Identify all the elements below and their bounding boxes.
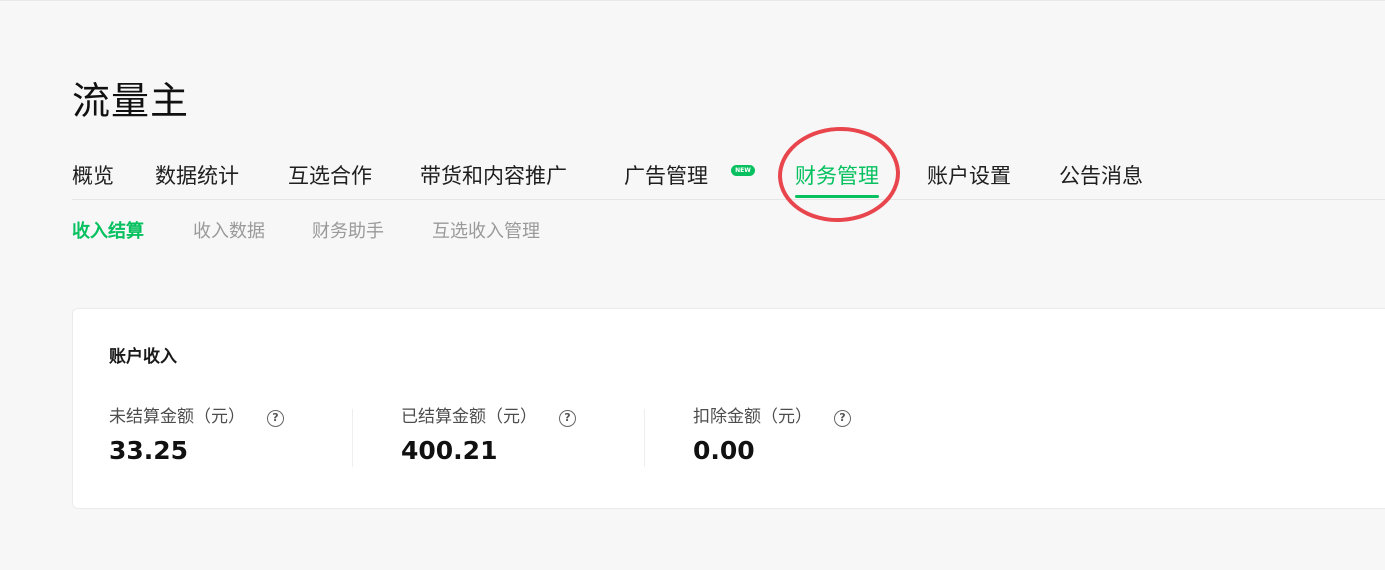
stat-settled: 已结算金额（元）? 400.21 <box>401 405 576 467</box>
stat-label: 扣除金额（元）? <box>693 405 851 429</box>
stat-value: 400.21 <box>401 436 498 465</box>
stat-label: 已结算金额（元）? <box>401 405 576 429</box>
subnav-item-income-data[interactable]: 收入数据 <box>193 218 265 246</box>
card-title: 账户收入 <box>109 347 177 367</box>
nav-item-account-settings[interactable]: 账户设置 <box>927 158 1011 198</box>
nav-item-mutual-selection[interactable]: 互选合作 <box>288 158 372 198</box>
nav-item-data-stats[interactable]: 数据统计 <box>155 158 239 198</box>
nav-item-goods-content-promo[interactable]: 带货和内容推广 <box>420 158 567 198</box>
stat-value: 0.00 <box>693 436 755 465</box>
annotation-circle <box>775 123 903 226</box>
stat-value: 33.25 <box>109 436 189 465</box>
nav-item-overview[interactable]: 概览 <box>72 158 114 198</box>
subnav-item-finance-assistant[interactable]: 财务助手 <box>312 218 384 246</box>
question-circle-icon[interactable]: ? <box>559 410 576 427</box>
stat-divider <box>644 409 645 467</box>
new-badge: NEW <box>731 165 755 176</box>
subnav-item-mutual-income-management[interactable]: 互选收入管理 <box>432 218 540 246</box>
main-nav: 概览 数据统计 互选合作 带货和内容推广 广告管理 NEW 财务管理 账户设置 … <box>72 158 1385 198</box>
stat-unsettled: 未结算金额（元）? 33.25 <box>109 405 284 467</box>
nav-item-announcements[interactable]: 公告消息 <box>1059 158 1143 198</box>
subnav-item-income-settlement[interactable]: 收入结算 <box>72 218 144 246</box>
stat-divider <box>352 409 353 467</box>
question-circle-icon[interactable]: ? <box>834 410 851 427</box>
top-border <box>0 0 1385 1</box>
question-circle-icon[interactable]: ? <box>267 410 284 427</box>
stat-label-text: 扣除金额（元） <box>693 407 812 427</box>
account-income-card: 账户收入 未结算金额（元）? 33.25 已结算金额（元）? 400.21 扣除… <box>72 308 1385 509</box>
page-title: 流量主 <box>72 79 190 123</box>
nav-divider <box>72 199 1385 200</box>
stat-label-text: 未结算金额（元） <box>109 407 245 427</box>
stat-deducted: 扣除金额（元）? 0.00 <box>693 405 851 467</box>
stat-label-text: 已结算金额（元） <box>401 407 537 427</box>
nav-item-ad-management[interactable]: 广告管理 <box>624 158 708 198</box>
stat-label: 未结算金额（元）? <box>109 405 284 429</box>
